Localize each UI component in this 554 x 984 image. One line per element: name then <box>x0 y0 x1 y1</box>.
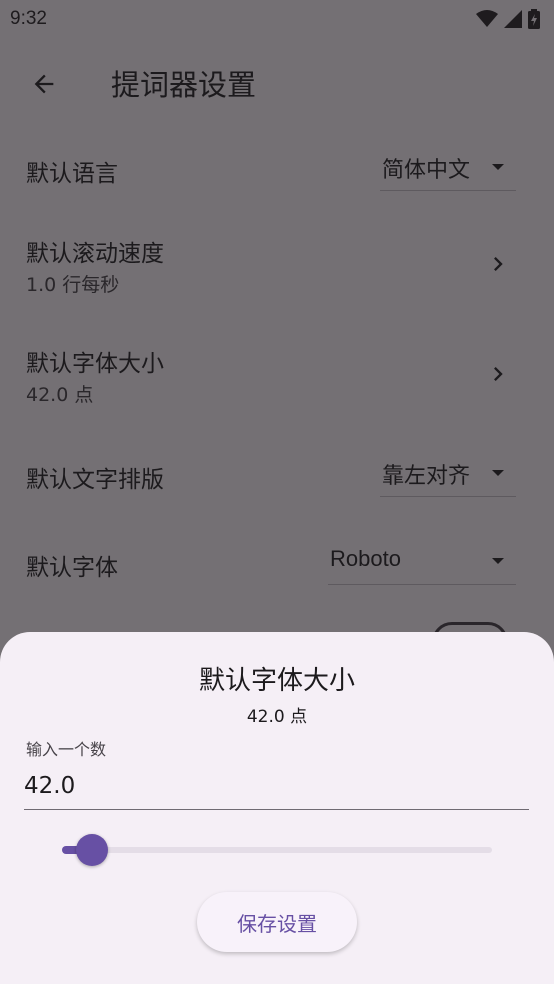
back-button[interactable] <box>24 64 64 104</box>
setting-language: 默认语言 简体中文 <box>0 126 554 206</box>
setting-language-label: 默认语言 <box>26 161 118 187</box>
number-input-label: 输入一个数 <box>26 740 107 759</box>
wifi-icon <box>476 10 498 27</box>
page-title: 提词器设置 <box>111 68 257 102</box>
setting-font-family: 默认字体 Roboto <box>0 520 554 600</box>
dropdown-arrow-icon <box>492 164 504 170</box>
dropdown-arrow-icon <box>492 470 504 476</box>
back-arrow-icon <box>34 74 54 94</box>
font-family-dropdown-value: Roboto <box>330 546 401 571</box>
language-dropdown-value: 简体中文 <box>382 158 471 183</box>
setting-scroll-speed[interactable]: 默认滚动速度 1.0 行每秒 <box>0 220 554 310</box>
save-settings-button[interactable]: 保存设置 <box>197 892 357 952</box>
sheet-subtitle: 42.0 点 <box>246 707 308 727</box>
signal-icon <box>504 10 522 28</box>
setting-text-align: 默认文字排版 靠左对齐 <box>0 432 554 512</box>
battery-icon <box>528 9 540 29</box>
app-bar: 提词器设置 <box>0 38 554 126</box>
number-input[interactable] <box>24 762 529 810</box>
slider-thumb[interactable] <box>76 834 109 866</box>
slider-track[interactable] <box>92 847 492 853</box>
sheet-title: 默认字体大小 <box>198 666 355 696</box>
setting-font-size[interactable]: 默认字体大小 42.0 点 <box>0 330 554 420</box>
chevron-right-icon <box>494 367 503 381</box>
setting-font-size-value: 42.0 点 <box>26 384 94 406</box>
status-time: 9:32 <box>10 8 47 29</box>
dropdown-arrow-icon <box>492 558 504 564</box>
language-dropdown[interactable]: 简体中文 <box>380 148 516 191</box>
setting-font-family-label: 默认字体 <box>26 555 118 581</box>
setting-scroll-speed-label: 默认滚动速度 <box>26 241 164 267</box>
font-size-bottom-sheet: 默认字体大小 42.0 点 输入一个数 保存设置 <box>0 632 554 984</box>
setting-scroll-speed-value: 1.0 行每秒 <box>26 274 120 296</box>
chevron-right-icon <box>494 257 503 271</box>
setting-font-size-label: 默认字体大小 <box>26 351 164 377</box>
text-align-dropdown-value: 靠左对齐 <box>382 464 471 489</box>
setting-text-align-label: 默认文字排版 <box>26 467 164 493</box>
status-bar: 9:32 <box>0 0 554 38</box>
text-align-dropdown[interactable]: 靠左对齐 <box>380 454 516 497</box>
font-family-dropdown[interactable]: Roboto <box>328 542 516 585</box>
